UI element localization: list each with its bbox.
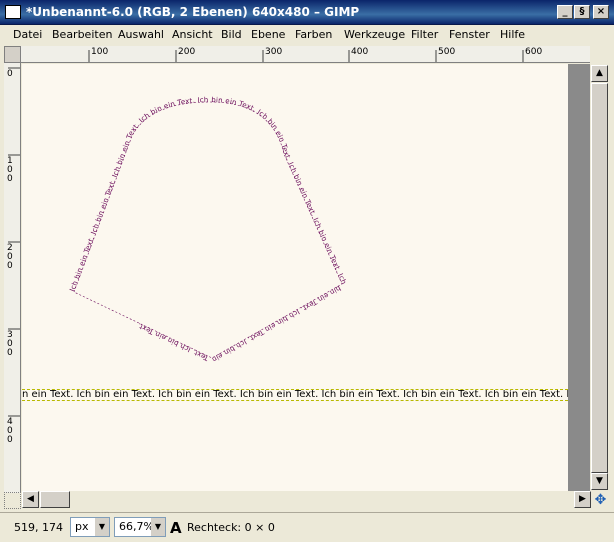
window-title: *Unbenannt-6.0 (RGB, 2 Ebenen) 640x480 –…	[26, 5, 360, 19]
vertical-ruler[interactable]: 0 100 200 300 400	[4, 63, 21, 493]
vruler-label-400: 400	[7, 417, 13, 445]
canvas-area[interactable]: Ich bin ein Text. Ich bin ein Text. Ich …	[22, 64, 590, 492]
path-outline	[73, 101, 343, 359]
menu-hilfe[interactable]: Hilfe	[500, 28, 525, 41]
chevron-down-icon: ▼	[151, 518, 165, 536]
navigate-icon[interactable]: ✥	[592, 492, 609, 509]
menu-bearbeiten[interactable]: Bearbeiten	[52, 28, 112, 41]
close-button[interactable]: ×	[593, 5, 609, 19]
menu-datei[interactable]: Datei	[13, 28, 42, 41]
scroll-up-arrow-icon[interactable]: ▲	[591, 65, 608, 82]
title-bar: *Unbenannt-6.0 (RGB, 2 Ebenen) 640x480 –…	[0, 0, 614, 25]
scroll-right-arrow-icon[interactable]: ▶	[574, 491, 591, 508]
menu-bild[interactable]: Bild	[221, 28, 242, 41]
hruler-label-300: 300	[265, 47, 283, 57]
path-text-content: Ich bin ein Text. Ich bin ein Text. Ich …	[68, 96, 347, 364]
text-layer[interactable]: n ein Text. Ich bin ein Text. Ich bin ei…	[22, 389, 568, 401]
unit-select[interactable]: px ▼	[70, 517, 110, 537]
minimize-button[interactable]: _	[557, 5, 573, 19]
zoom-select-value: 66,7%	[119, 520, 154, 533]
hruler-label-100: 100	[91, 47, 109, 57]
hruler-label-200: 200	[178, 47, 196, 57]
restore-button[interactable]: §	[574, 5, 590, 19]
zoom-select[interactable]: 66,7% ▼	[114, 517, 166, 537]
scroll-left-arrow-icon[interactable]: ◀	[22, 491, 39, 508]
hruler-label-600: 600	[525, 47, 543, 57]
menu-werkzeuge[interactable]: Werkzeuge	[344, 28, 405, 41]
scroll-down-arrow-icon[interactable]: ▼	[591, 473, 608, 490]
vertical-scrollbar[interactable]: ▲ ▼	[591, 63, 609, 493]
unit-select-value: px	[75, 520, 89, 533]
vruler-label-200: 200	[7, 243, 13, 271]
vruler-label-300: 300	[7, 330, 13, 358]
menu-filter[interactable]: Filter	[411, 28, 438, 41]
hruler-label-500: 500	[438, 47, 456, 57]
menu-auswahl[interactable]: Auswahl	[118, 28, 164, 41]
text-along-path: Ich bin ein Text. Ich bin ein Text. Ich …	[68, 96, 347, 364]
text-tool-icon: A	[170, 519, 182, 537]
menu-bar: Datei Bearbeiten Auswahl Ansicht Bild Eb…	[0, 25, 614, 45]
menu-farben[interactable]: Farben	[295, 28, 332, 41]
hruler-label-400: 400	[351, 47, 369, 57]
menu-ebene[interactable]: Ebene	[251, 28, 285, 41]
horizontal-scroll-thumb[interactable]	[40, 491, 70, 508]
status-bar: 519, 174 px ▼ 66,7% ▼ A Rechteck: 0 × 0	[0, 512, 614, 542]
image-canvas[interactable]: Ich bin ein Text. Ich bin ein Text. Ich …	[22, 64, 568, 492]
horizontal-scrollbar[interactable]: ◀ ▶	[22, 491, 591, 509]
vruler-label-0: 0	[7, 69, 13, 79]
vruler-label-100: 100	[7, 156, 13, 184]
pointer-coordinates: 519, 174	[14, 521, 63, 534]
chevron-down-icon: ▼	[95, 518, 109, 536]
path-text: Ich bin ein Text. Ich bin ein Text. Ich …	[68, 96, 347, 364]
gimp-window-icon[interactable]	[5, 5, 21, 19]
menu-fenster[interactable]: Fenster	[449, 28, 490, 41]
vertical-scroll-thumb[interactable]	[591, 83, 608, 473]
quickmask-toggle-icon[interactable]	[4, 492, 21, 509]
menu-ansicht[interactable]: Ansicht	[172, 28, 213, 41]
status-message: Rechteck: 0 × 0	[187, 521, 275, 534]
ruler-corner	[4, 46, 21, 63]
horizontal-ruler[interactable]: 100 200 300 400 500 600	[21, 46, 590, 63]
